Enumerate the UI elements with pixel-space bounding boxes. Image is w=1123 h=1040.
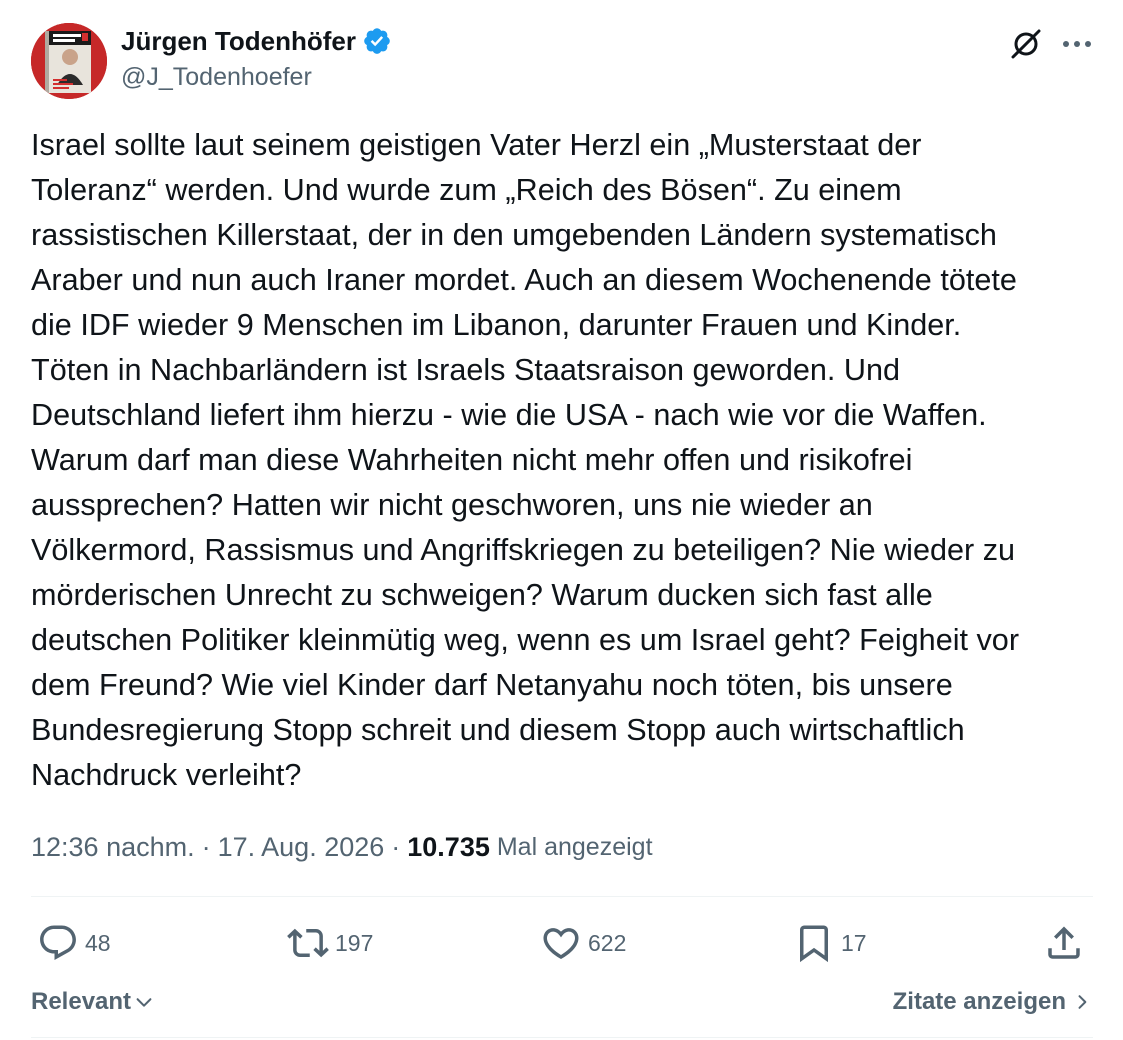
bookmark-icon <box>800 925 828 963</box>
views-count[interactable]: 10.735 <box>407 832 490 863</box>
meta-separator: · <box>391 831 401 862</box>
more-options-icon[interactable] <box>1057 24 1097 64</box>
reply-button[interactable]: 48 <box>37 915 111 971</box>
share-icon <box>1048 926 1080 959</box>
chevron-down-icon <box>136 998 152 1007</box>
divider <box>31 896 1093 897</box>
tweet-text: Israel sollte laut seinem geistigen Vate… <box>31 128 1020 792</box>
tweet-date[interactable]: 17. Aug. 2026 <box>218 832 385 863</box>
reply-icon <box>40 925 76 960</box>
like-count: 622 <box>588 929 627 956</box>
reply-count: 48 <box>85 929 111 956</box>
grok-icon[interactable] <box>1006 24 1046 64</box>
sort-replies-dropdown[interactable]: Relevant <box>31 984 155 1020</box>
tweet-meta: 12:36 nachm. · 17. Aug. 2026 · 10.735 Ma… <box>31 826 653 868</box>
views-label[interactable]: Mal angezeigt <box>497 833 653 862</box>
meta-separator: · <box>201 831 211 862</box>
repost-count: 197 <box>335 929 374 956</box>
heart-icon <box>543 928 579 960</box>
avatar-image <box>31 23 107 99</box>
bookmark-button[interactable]: 17 <box>793 915 867 971</box>
share-button[interactable] <box>1043 915 1085 971</box>
repost-icon <box>287 928 329 958</box>
verified-badge-icon[interactable] <box>362 26 392 56</box>
view-quotes-link[interactable]: Zitate anzeigen <box>893 984 1092 1020</box>
divider <box>31 1037 1093 1038</box>
repost-button[interactable]: 197 <box>287 915 373 971</box>
avatar[interactable] <box>31 23 107 99</box>
quotes-label: Zitate anzeigen <box>892 988 1066 1015</box>
author-name-row[interactable]: Jürgen Todenhöfer <box>121 24 392 58</box>
bookmark-count: 17 <box>841 929 867 956</box>
author-handle[interactable]: @J_Todenhoefer <box>121 63 312 92</box>
author-display-name[interactable]: Jürgen Todenhöfer <box>121 26 356 57</box>
tweet-time[interactable]: 12:36 nachm. <box>31 832 195 863</box>
chevron-right-icon <box>1078 995 1087 1009</box>
action-bar: 48 197 622 17 <box>31 915 1093 971</box>
tweet-detail: Jürgen Todenhöfer @J_Todenhoefer Israel … <box>0 0 1123 1040</box>
sort-label: Relevant <box>31 988 132 1015</box>
like-button[interactable]: 622 <box>540 915 626 971</box>
